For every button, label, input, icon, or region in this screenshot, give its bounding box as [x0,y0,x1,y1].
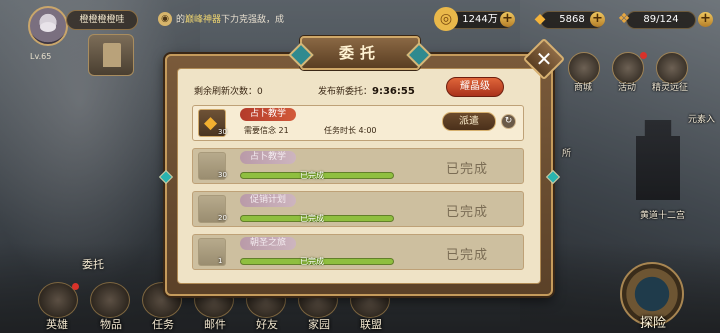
zodiac-palace-label[interactable]: 黄道十二宫 [640,208,685,221]
elf-expedition-label: 精灵远征 [652,83,689,93]
close-icon[interactable]: ✕ [529,44,559,74]
nav-tasks-label: 任务 [152,318,174,331]
nav-mail-label: 邮件 [204,318,226,331]
announcement-icon: ◉ [158,12,172,26]
player-level: Lv.65 [30,52,52,61]
location-label[interactable]: 所 [562,146,571,159]
commission-name-tag: 占卜教学 [240,108,297,121]
dispatch-button[interactable]: 派遣 [442,112,496,131]
reward-quantity: 30 [218,171,227,179]
commission-name-tag: 占卜教学 [240,151,297,164]
reward-quantity: 1 [218,257,223,265]
stamina-icon: ❖ [617,11,631,27]
refresh-icon[interactable]: ↻ [501,114,516,129]
completed-label: 已完成 [446,248,489,263]
add-diamond-button[interactable]: + [590,12,605,27]
nav-alliance-label: 联盟 [360,318,382,331]
castle-shortcut-icon[interactable] [88,34,134,76]
event-notification-dot [640,52,647,59]
heroes-notification-dot [72,283,79,290]
reward-quantity: 30 [218,128,227,136]
reward-quantity: 20 [218,214,227,222]
nav-items-label: 物品 [100,318,122,331]
commission-name-tag: 促销计划 [240,194,297,207]
element-entry-label[interactable]: 元素入 [688,112,715,125]
crystal-tier-button[interactable]: 耀晶级 [446,77,504,97]
requirement-text: 需要信念 21 [244,126,289,135]
completed-label: 已完成 [446,205,489,220]
event-label: 活动 [618,83,637,93]
refresh-count: 剩余刷新次数：0 [194,87,263,97]
duration-text: 任务时长 4:00 [324,126,377,135]
progress-text: 已完成 [300,257,324,266]
gold-coin-icon: ◎ [434,7,458,31]
completed-label: 已完成 [446,162,489,177]
player-avatar[interactable] [28,6,68,46]
player-name: 橙橙橙橙哇 [66,10,138,30]
progress-text: 已完成 [300,214,324,223]
progress-text: 已完成 [300,171,324,180]
nav-home-label: 家园 [308,318,330,331]
countdown-timer: 9:36:55 [372,86,415,97]
dialog-title: 委托 [338,44,381,62]
shop-label: 商城 [574,83,593,93]
explore-label: 探险 [640,316,667,331]
announcement-marquee: 的巅峰神器下力克强敌，成 [176,15,285,25]
nav-items-icon[interactable] [90,282,130,318]
commission-building-label[interactable]: 委托 [82,256,104,272]
stamina-counter: 89/124 [626,11,696,29]
add-stamina-button[interactable]: + [698,12,713,27]
diamond-icon: ◆ [534,11,546,27]
nav-friends-label: 好友 [256,318,278,331]
publish-timer: 发布新委托：9:36:55 [318,86,415,97]
add-gold-button[interactable]: + [500,12,515,27]
nav-heroes-label: 英雄 [46,318,68,331]
commission-name-tag: 朝圣之旅 [240,237,297,250]
